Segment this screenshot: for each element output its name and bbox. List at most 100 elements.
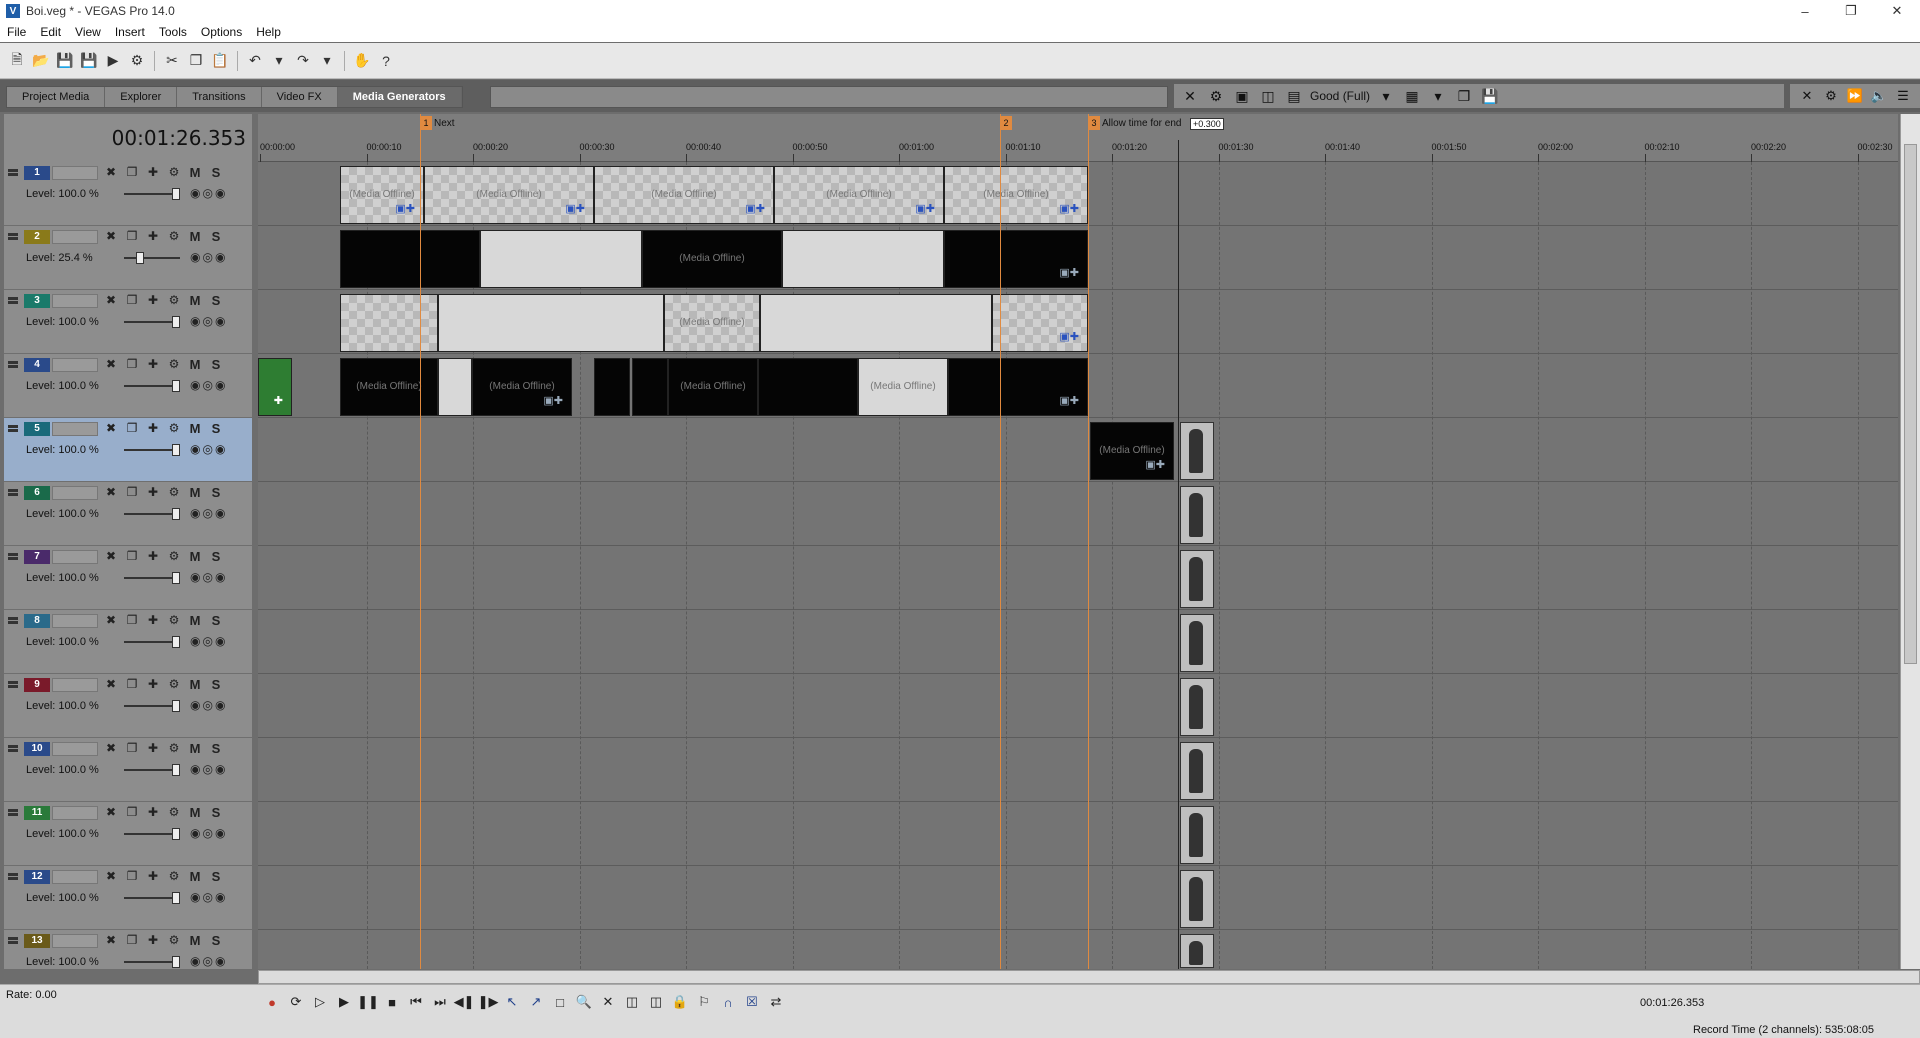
track-name-field[interactable]: [52, 614, 98, 628]
track-header[interactable]: ▬ ▬ 10 ✖ ❐ ✚ ⚙ M S Level: 100.0 % ◉ ◎ ◉: [4, 738, 252, 802]
composite-mode-icon[interactable]: ◉: [190, 826, 200, 840]
video-event[interactable]: [340, 294, 438, 352]
video-event[interactable]: ▣✚: [944, 230, 1088, 288]
ripple-edit-icon[interactable]: ⇄: [766, 991, 786, 1013]
close-icon[interactable]: ✕: [1798, 86, 1816, 106]
mute-button[interactable]: M: [186, 869, 204, 884]
parent-motion-icon[interactable]: ◉: [215, 186, 225, 200]
track-level-slider[interactable]: [124, 764, 180, 776]
composite-mode-icon[interactable]: ◉: [190, 250, 200, 264]
pause-icon[interactable]: ❚❚: [357, 991, 379, 1013]
event-fx-icon[interactable]: ▣✚: [395, 202, 415, 215]
slider-knob[interactable]: [172, 828, 180, 840]
next-frame-icon[interactable]: ❚▶: [478, 991, 499, 1013]
marker-flag[interactable]: 3: [1088, 116, 1100, 130]
tab-project-media[interactable]: Project Media: [7, 87, 106, 107]
track-header[interactable]: ▬ ▬ 6 ✖ ❐ ✚ ⚙ M S Level: 100.0 % ◉ ◎ ◉: [4, 482, 252, 546]
automation-icon[interactable]: ◎: [202, 890, 212, 904]
automation-icon[interactable]: ◎: [202, 762, 212, 776]
video-thumbnail-event[interactable]: [1180, 806, 1214, 864]
time-ruler[interactable]: 00:00:00 00:00:10 00:00:20 00:00:30 00:00:40…: [258, 134, 1898, 162]
video-thumbnail-event[interactable]: [1180, 870, 1214, 928]
parent-motion-icon[interactable]: ◉: [215, 314, 225, 328]
video-event[interactable]: (Media Offline) ▣✚: [472, 358, 572, 416]
track-grip-icon[interactable]: ▬ ▬: [8, 805, 18, 819]
mute-button[interactable]: M: [186, 549, 204, 564]
video-event[interactable]: [480, 230, 642, 288]
track-level-slider[interactable]: [124, 700, 180, 712]
track-grip-icon[interactable]: ▬ ▬: [8, 357, 18, 371]
fader-icon[interactable]: ☰: [1894, 86, 1912, 106]
track-name-field[interactable]: [52, 870, 98, 884]
track-grip-icon[interactable]: ▬ ▬: [8, 485, 18, 499]
slider-knob[interactable]: [172, 636, 180, 648]
track-fx-icon[interactable]: ✖: [102, 549, 120, 564]
track-lane[interactable]: [258, 482, 1898, 546]
mute-button[interactable]: M: [186, 229, 204, 244]
chevron-down-icon[interactable]: ▾: [1428, 86, 1448, 106]
video-thumbnail-event[interactable]: [1180, 486, 1214, 544]
parent-motion-icon[interactable]: ◉: [215, 698, 225, 712]
chevron-down-icon[interactable]: ▾: [1376, 86, 1396, 106]
event-fx-icon[interactable]: ✚: [274, 394, 283, 407]
video-event[interactable]: [760, 294, 992, 352]
gear-icon[interactable]: ⚙: [1206, 86, 1226, 106]
envelope-tool-icon[interactable]: ↗: [526, 991, 546, 1013]
automation-icon[interactable]: ◎: [202, 634, 212, 648]
track-name-field[interactable]: [52, 422, 98, 436]
track-grip-icon[interactable]: ▬ ▬: [8, 613, 18, 627]
video-event[interactable]: (Media Offline) ▣✚: [340, 166, 424, 224]
scroll-thumb[interactable]: [1904, 144, 1917, 664]
track-level-slider[interactable]: [124, 316, 180, 328]
selection-tool-icon[interactable]: □: [550, 991, 570, 1013]
video-event[interactable]: (Media Offline) ▣✚: [1090, 422, 1174, 480]
track-level-slider[interactable]: [124, 828, 180, 840]
record-icon[interactable]: ●: [262, 991, 282, 1013]
track-lane[interactable]: [258, 802, 1898, 866]
compositing-icon[interactable]: ❐: [123, 549, 141, 564]
track-fx-icon[interactable]: ✖: [102, 165, 120, 180]
motion-icon[interactable]: ✚: [144, 549, 162, 564]
gear-icon[interactable]: ⚙: [165, 677, 183, 692]
video-thumbnail-event[interactable]: [1180, 614, 1214, 672]
zoom-tool-icon[interactable]: 🔍: [574, 991, 594, 1013]
slider-knob[interactable]: [172, 444, 180, 456]
paste-icon[interactable]: 📋: [209, 50, 231, 72]
event-fx-icon[interactable]: ▣✚: [915, 202, 935, 215]
video-event[interactable]: (Media Offline) ▣✚: [424, 166, 594, 224]
event-fx-icon[interactable]: ▣✚: [1059, 394, 1079, 407]
speaker-icon[interactable]: 🔈: [1870, 86, 1888, 106]
track-fx-icon[interactable]: ✖: [102, 613, 120, 628]
compositing-icon[interactable]: ❐: [123, 229, 141, 244]
compositing-icon[interactable]: ❐: [123, 933, 141, 948]
save-as-icon[interactable]: 💾: [78, 50, 100, 72]
play-icon[interactable]: ▶: [334, 991, 354, 1013]
event-fx-icon[interactable]: ▣✚: [543, 394, 563, 407]
motion-icon[interactable]: ✚: [144, 229, 162, 244]
compositing-icon[interactable]: ❐: [123, 485, 141, 500]
trim-icon[interactable]: ◫: [622, 991, 642, 1013]
track-name-field[interactable]: [52, 806, 98, 820]
track-name-field[interactable]: [52, 230, 98, 244]
solo-button[interactable]: S: [207, 293, 225, 308]
composite-mode-icon[interactable]: ◉: [190, 954, 200, 968]
solo-button[interactable]: S: [207, 869, 225, 884]
event-fx-icon[interactable]: ▣✚: [565, 202, 585, 215]
solo-button[interactable]: S: [207, 421, 225, 436]
video-event[interactable]: [594, 358, 630, 416]
track-lane[interactable]: [258, 546, 1898, 610]
track-lane[interactable]: [258, 866, 1898, 930]
slider-knob[interactable]: [172, 764, 180, 776]
track-header[interactable]: ▬ ▬ 2 ✖ ❐ ✚ ⚙ M S Level: 25.4 % ◉ ◎ ◉: [4, 226, 252, 290]
event-fx-icon[interactable]: ▣✚: [1145, 458, 1165, 471]
compositing-icon[interactable]: ❐: [123, 677, 141, 692]
split-screen-icon[interactable]: ◫: [1258, 86, 1278, 106]
motion-icon[interactable]: ✚: [144, 805, 162, 820]
automation-icon[interactable]: ◎: [202, 442, 212, 456]
lock-icon[interactable]: 🔒: [670, 991, 690, 1013]
automation-icon[interactable]: ◎: [202, 378, 212, 392]
redo-icon[interactable]: ↷: [292, 50, 314, 72]
track-fx-icon[interactable]: ✖: [102, 933, 120, 948]
render-icon[interactable]: ▶: [102, 50, 124, 72]
menu-edit[interactable]: Edit: [33, 25, 68, 39]
